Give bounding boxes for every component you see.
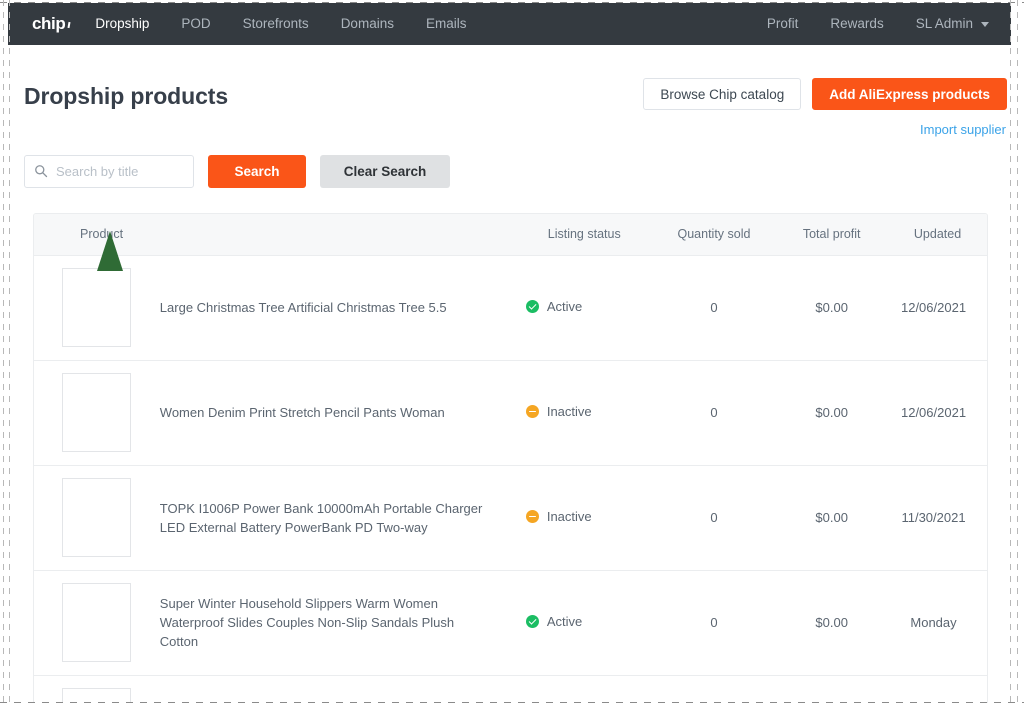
quantity-sold-value: 0: [710, 300, 718, 315]
table-row[interactable]: Super Winter Household Slippers Warm Wom…: [34, 570, 987, 675]
search-button[interactable]: Search: [208, 155, 306, 188]
top-navigation-bar: chip Dropship POD Storefronts Domains Em…: [8, 3, 1011, 45]
products-table: Product Listing status Quantity sold Tot…: [34, 214, 987, 703]
total-profit-value: $0.00: [815, 300, 848, 315]
product-thumbnail: [62, 268, 132, 347]
viewport-guide-left: [3, 0, 4, 706]
quantity-sold-value: 0: [710, 405, 718, 420]
product-title[interactable]: Super Winter Household Slippers Warm Wom…: [160, 570, 516, 675]
table-row[interactable]: Women Denim Print Stretch Pencil Pants W…: [34, 360, 987, 465]
nav-right-group: Profit Rewards SL Admin: [751, 3, 1011, 45]
total-profit-value: $0.00: [815, 405, 848, 420]
status-badge: Active: [525, 614, 583, 629]
updated-value: [888, 675, 987, 703]
product-thumbnail-cell: [34, 465, 160, 570]
table-row[interactable]: TOPK I1006P Power Bank 10000mAh Portable…: [34, 465, 987, 570]
search-toolbar: Search Clear Search: [24, 155, 450, 188]
nav-item-emails[interactable]: Emails: [410, 3, 483, 45]
listing-status-cell: Active: [516, 255, 653, 360]
column-header-total-profit[interactable]: Total profit: [775, 214, 889, 256]
quantity-sold-value: [653, 675, 776, 703]
table-row[interactable]: Large Christmas Tree Artificial Christma…: [34, 255, 987, 360]
product-thumbnail: [62, 688, 132, 703]
updated-value: 11/30/2021: [901, 510, 966, 525]
column-header-quantity-sold[interactable]: Quantity sold: [652, 214, 776, 256]
chevron-down-icon: [981, 21, 989, 27]
product-title[interactable]: [160, 675, 516, 703]
table-row[interactable]: [34, 675, 987, 703]
nav-item-rewards[interactable]: Rewards: [814, 3, 899, 45]
total-profit-value: $0.00: [815, 615, 848, 630]
listing-status-cell: [516, 675, 653, 703]
status-label: Active: [546, 299, 583, 314]
chip-logo-tick-icon: [67, 21, 71, 29]
total-profit-value: $0.00: [815, 510, 848, 525]
table-header: Product Listing status Quantity sold Tot…: [34, 214, 987, 256]
nav-item-domains[interactable]: Domains: [325, 3, 410, 45]
total-profit-value: [775, 675, 888, 703]
product-thumbnail: [62, 478, 132, 557]
status-badge: Inactive: [525, 509, 592, 524]
import-supplier-link[interactable]: Import supplier: [920, 122, 1006, 137]
updated-value: 12/06/2021: [900, 405, 967, 420]
status-label: Inactive: [546, 509, 592, 524]
product-thumbnail: [62, 373, 132, 452]
products-table-container: Product Listing status Quantity sold Tot…: [33, 213, 988, 703]
nav-item-profit[interactable]: Profit: [751, 3, 815, 45]
updated-value: 12/06/2021: [900, 300, 967, 315]
user-menu-label: SL Admin: [915, 16, 973, 31]
product-thumbnail-cell: [34, 360, 160, 465]
search-input[interactable]: [24, 155, 194, 188]
product-title[interactable]: TOPK I1006P Power Bank 10000mAh Portable…: [160, 465, 516, 570]
add-aliexpress-products-button[interactable]: Add AliExpress products: [812, 78, 1007, 110]
page-content: Dropship products Browse Chip catalog Ad…: [10, 45, 1011, 703]
search-box: [24, 155, 194, 188]
nav-left-group: chip Dropship POD Storefronts Domains Em…: [8, 3, 482, 45]
column-header-listing-status[interactable]: Listing status: [515, 214, 653, 256]
updated-value: Monday: [910, 615, 957, 630]
status-badge: Inactive: [525, 404, 592, 419]
status-badge: Active: [525, 299, 583, 314]
column-header-updated[interactable]: Updated: [888, 214, 987, 256]
product-thumbnail-cell: [34, 570, 160, 675]
chip-logo-text: chip: [32, 14, 66, 33]
page-title: Dropship products: [24, 83, 229, 109]
product-thumbnail-cell: [34, 255, 160, 360]
clear-search-button[interactable]: Clear Search: [320, 155, 450, 188]
status-label: Active: [546, 614, 583, 629]
page-header: Dropship products Browse Chip catalog Ad…: [10, 45, 1011, 143]
chip-logo[interactable]: chip: [8, 14, 79, 34]
quantity-sold-value: 0: [710, 615, 718, 630]
product-thumbnail: [62, 583, 132, 662]
table-body: Large Christmas Tree Artificial Christma…: [34, 255, 987, 703]
nav-item-storefronts[interactable]: Storefronts: [227, 3, 325, 45]
nav-item-dropship[interactable]: Dropship: [79, 3, 165, 45]
status-active-icon: [525, 300, 539, 313]
quantity-sold-value: 0: [710, 510, 718, 525]
product-title[interactable]: Large Christmas Tree Artificial Christma…: [160, 255, 516, 360]
status-inactive-icon: [525, 405, 539, 418]
listing-status-cell: Inactive: [516, 360, 653, 465]
status-active-icon: [525, 615, 539, 628]
browse-chip-catalog-button[interactable]: Browse Chip catalog: [643, 78, 802, 110]
listing-status-cell: Inactive: [516, 465, 653, 570]
status-label: Inactive: [546, 404, 592, 419]
listing-status-cell: Active: [516, 570, 653, 675]
user-menu[interactable]: SL Admin: [900, 3, 993, 45]
status-inactive-icon: [525, 510, 539, 523]
product-title[interactable]: Women Denim Print Stretch Pencil Pants W…: [160, 360, 516, 465]
nav-item-pod[interactable]: POD: [165, 3, 226, 45]
product-thumbnail-cell: [34, 675, 160, 703]
viewport-guide-right-2: [1017, 0, 1018, 706]
header-actions: Browse Chip catalog Add AliExpress produ…: [643, 78, 1007, 110]
table-header-row: Product Listing status Quantity sold Tot…: [34, 214, 987, 256]
